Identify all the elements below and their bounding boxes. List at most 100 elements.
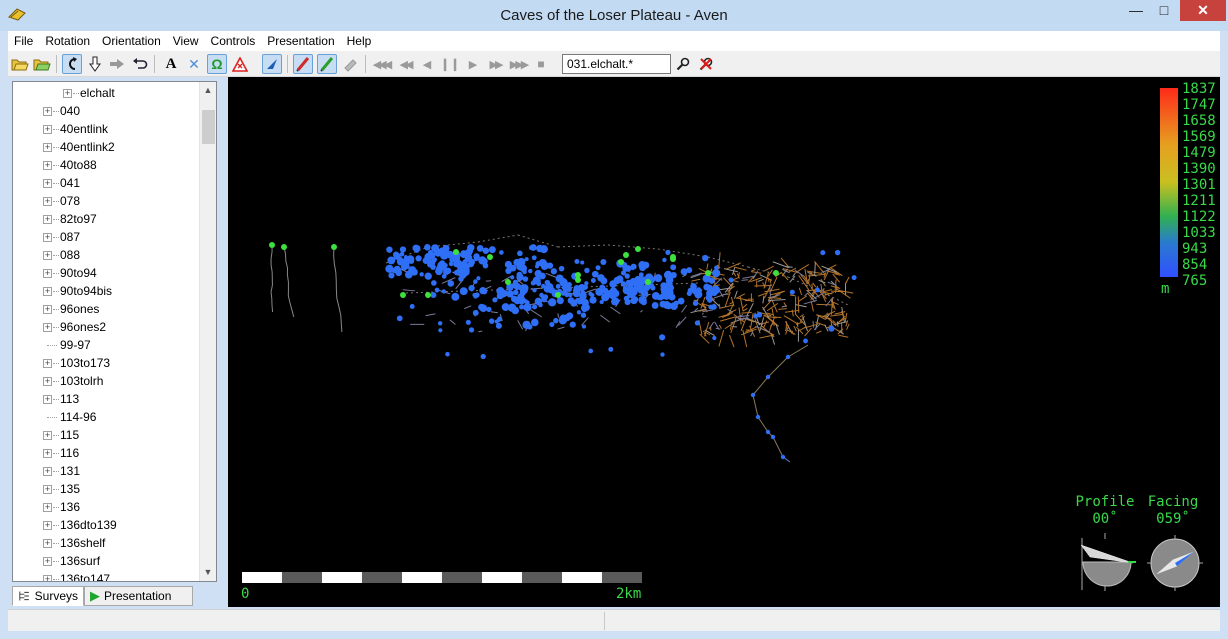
expand-icon[interactable]: + xyxy=(43,485,52,494)
scroll-thumb[interactable] xyxy=(202,110,215,144)
menu-controls[interactable]: Controls xyxy=(205,31,262,51)
show-surface-legs-icon[interactable] xyxy=(317,54,337,74)
expand-icon[interactable]: + xyxy=(43,557,52,566)
show-underground-legs-icon[interactable] xyxy=(293,54,313,74)
tree-item[interactable]: 99-97 xyxy=(13,336,201,354)
step-rotate-icon[interactable] xyxy=(107,54,127,74)
expand-icon[interactable]: + xyxy=(43,143,52,152)
expand-icon[interactable]: + xyxy=(43,539,52,548)
tree-item[interactable]: +96ones2 xyxy=(13,318,201,336)
menu-view[interactable]: View xyxy=(167,31,205,51)
tab-presentation[interactable]: ▶ Presentation xyxy=(84,586,193,606)
tree-scrollbar[interactable]: ▲ ▼ xyxy=(199,82,216,581)
scroll-up-icon[interactable]: ▲ xyxy=(200,82,216,99)
tree-item[interactable]: +136to147 xyxy=(13,570,201,581)
expand-icon[interactable]: + xyxy=(43,449,52,458)
maximize-button[interactable]: □ xyxy=(1150,0,1178,21)
tree-item[interactable]: +136surf xyxy=(13,552,201,570)
expand-icon[interactable]: + xyxy=(43,269,52,278)
tree-item[interactable]: +96ones xyxy=(13,300,201,318)
tree-item[interactable]: +40entlink xyxy=(13,120,201,138)
tree-item[interactable]: +115 xyxy=(13,426,201,444)
scroll-down-icon[interactable]: ▼ xyxy=(200,564,216,581)
tree-item[interactable]: +131 xyxy=(13,462,201,480)
expand-icon[interactable]: + xyxy=(43,431,52,440)
open-folder-icon[interactable] xyxy=(10,54,30,74)
expand-icon[interactable]: + xyxy=(43,521,52,530)
show-fixed-points-icon[interactable] xyxy=(230,54,250,74)
expand-icon[interactable]: + xyxy=(43,395,52,404)
rewind-icon[interactable]: ◀◀ xyxy=(395,54,415,74)
cave-survey-viewport[interactable]: 1837 1747 1658 1569 1479 1390 1301 1211 1122 1033… xyxy=(228,77,1220,607)
expand-icon[interactable]: + xyxy=(43,233,52,242)
expand-icon[interactable]: + xyxy=(43,305,52,314)
survey-tree[interactable]: + elchalt +040 +40entlink +40entlink2 +40to88… xyxy=(12,81,217,582)
tree-item[interactable]: +90to94bis xyxy=(13,282,201,300)
forward-icon[interactable]: ▶▶ xyxy=(485,54,505,74)
find-station-input[interactable] xyxy=(562,54,671,74)
tree-item[interactable]: 114-96 xyxy=(13,408,201,426)
step-back-icon[interactable]: ◀ xyxy=(417,54,437,74)
show-crosses-icon[interactable]: ✕ xyxy=(184,54,204,74)
close-button[interactable]: ✕ xyxy=(1180,0,1226,21)
menu-file[interactable]: File xyxy=(8,31,39,51)
expand-icon[interactable]: + xyxy=(43,575,52,581)
find-icon[interactable] xyxy=(673,54,693,74)
expand-icon[interactable]: + xyxy=(43,161,52,170)
tree-item[interactable]: +40to88 xyxy=(13,156,201,174)
menu-help[interactable]: Help xyxy=(341,31,378,51)
show-text-icon[interactable]: A xyxy=(161,54,181,74)
tree-item[interactable]: +041 xyxy=(13,174,201,192)
expand-icon[interactable]: + xyxy=(43,359,52,368)
play-icon[interactable]: ▶ xyxy=(463,54,483,74)
stop-icon[interactable]: ■ xyxy=(531,54,551,74)
profile-indicator[interactable]: Profile 00˚ xyxy=(1075,494,1136,591)
expand-icon[interactable]: + xyxy=(43,125,52,134)
menu-presentation[interactable]: Presentation xyxy=(261,31,340,51)
open-extended-icon[interactable] xyxy=(32,54,52,74)
rewind-fast-icon[interactable]: ◀◀◀ xyxy=(371,54,392,74)
menu-rotation[interactable]: Rotation xyxy=(39,31,96,51)
tree-item[interactable]: +82to97 xyxy=(13,210,201,228)
tree-item[interactable]: +136dto139 xyxy=(13,516,201,534)
show-tubes-icon[interactable] xyxy=(340,54,360,74)
expand-icon[interactable]: + xyxy=(43,197,52,206)
tree-item[interactable]: +088 xyxy=(13,246,201,264)
expand-icon[interactable]: + xyxy=(43,251,52,260)
tree-item[interactable]: +136 xyxy=(13,498,201,516)
expand-icon[interactable]: + xyxy=(43,215,52,224)
tree-item[interactable]: +078 xyxy=(13,192,201,210)
rotate-toggle-icon[interactable] xyxy=(62,54,82,74)
expand-icon[interactable]: + xyxy=(43,503,52,512)
tree-item[interactable]: +087 xyxy=(13,228,201,246)
tree-item[interactable]: +90to94 xyxy=(13,264,201,282)
expand-icon[interactable]: + xyxy=(43,323,52,332)
tree-item[interactable]: +116 xyxy=(13,444,201,462)
expand-icon[interactable]: + xyxy=(63,89,72,98)
facing-compass[interactable]: Facing 059˚ xyxy=(1147,494,1203,591)
pause-icon[interactable]: ❙❙ xyxy=(440,54,460,74)
tree-item[interactable]: +40entlink2 xyxy=(13,138,201,156)
show-entrances-icon[interactable]: Ω xyxy=(207,54,227,74)
expand-icon[interactable]: + xyxy=(43,107,52,116)
tree-item[interactable]: +135 xyxy=(13,480,201,498)
tree-item[interactable]: +103tolrh xyxy=(13,372,201,390)
cave-survey-canvas[interactable]: 1837174716581569147913901301121111221033… xyxy=(228,77,1220,607)
tree-item[interactable]: +040 xyxy=(13,102,201,120)
expand-icon[interactable]: + xyxy=(43,467,52,476)
reverse-rotation-icon[interactable] xyxy=(130,54,150,74)
tree-item[interactable]: +136shelf xyxy=(13,534,201,552)
hide-found-icon[interactable] xyxy=(696,54,716,74)
menu-orientation[interactable]: Orientation xyxy=(96,31,167,51)
expand-icon[interactable]: + xyxy=(43,179,52,188)
expand-icon[interactable]: + xyxy=(43,377,52,386)
tree-item[interactable]: +113 xyxy=(13,390,201,408)
tree-item[interactable]: + elchalt xyxy=(13,84,201,102)
tab-surveys[interactable]: Surveys xyxy=(12,586,84,606)
minimize-button[interactable]: — xyxy=(1122,0,1150,21)
forward-fast-icon[interactable]: ▶▶▶ xyxy=(508,54,529,74)
tree-item[interactable]: +103to173 xyxy=(13,354,201,372)
tilt-down-icon[interactable] xyxy=(85,54,105,74)
expand-icon[interactable]: + xyxy=(43,287,52,296)
show-exported-icon[interactable] xyxy=(262,54,282,74)
